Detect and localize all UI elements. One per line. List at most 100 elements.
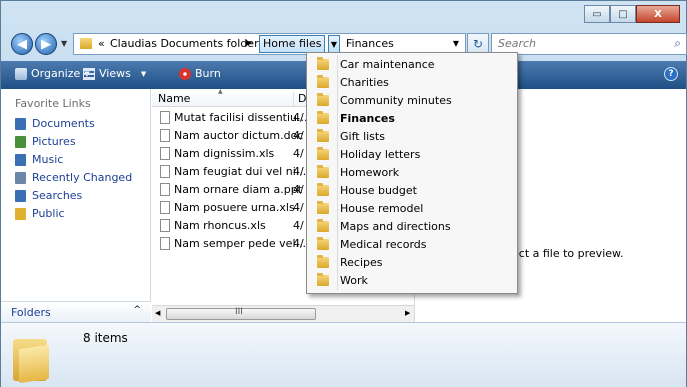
sidebar-item-searches[interactable]: Searches [15,189,82,202]
burn-button[interactable]: Burn [179,67,221,80]
breadcrumb-dropdown-menu: Car maintenance Charities Community minute… [306,52,518,294]
refresh-icon: ↻ [472,37,484,51]
recent-pages-dropdown[interactable]: ▼ [61,39,67,48]
folder-icon [317,219,329,232]
minimize-button[interactable]: ▭ [584,5,610,23]
address-history-arrow[interactable]: ▼ [453,39,459,48]
document-icon [160,237,170,250]
menu-item-label: Homework [340,166,400,179]
folder-icon [317,93,329,106]
navigation-pane: Favorite Links Documents Pictures Music Rec… [1,89,151,322]
help-button[interactable]: ? [664,67,678,81]
menu-item-work[interactable]: Work [309,272,515,290]
folder-icon [317,111,329,124]
breadcrumb-dropdown-button[interactable]: ▼ [328,35,340,53]
sidebar-item-label: Searches [32,189,83,202]
organize-label: Organize [31,67,81,80]
back-arrow-icon: ◀ [17,36,27,52]
menu-item-finances[interactable]: Finances [309,110,515,128]
folder-icon [317,183,329,196]
chevron-up-icon: ^ [133,305,141,315]
scroll-right-icon[interactable]: ▶ [405,309,410,317]
overflow-chevron[interactable]: « [98,37,105,50]
document-icon [160,219,170,232]
folder-icon [317,201,329,214]
folder-icon [317,57,329,70]
menu-item-label: Medical records [340,238,427,251]
menu-item-label: Community minutes [340,94,452,107]
scroll-thumb[interactable]: III [166,307,316,320]
documents-icon [15,117,26,130]
search-box[interactable]: ⌕ [491,33,687,55]
menu-item-label: Recipes [340,256,383,269]
document-icon [160,201,170,214]
caption-buttons: ▭ □ X [584,5,680,23]
breadcrumb-separator[interactable]: ▶ [246,38,252,47]
horizontal-scrollbar[interactable]: ◀ III ▶ [152,305,414,322]
sidebar-item-public[interactable]: Public [15,207,65,220]
menu-item-label: House budget [340,184,417,197]
menu-item-label: Car maintenance [340,58,435,71]
search-icon[interactable]: ⌕ [674,36,681,51]
public-folder-icon [15,207,26,220]
folders-bar[interactable]: Folders ^ [1,301,151,322]
column-header-name[interactable]: Name [158,92,190,105]
file-name: Nam dignissim.xls [174,147,275,160]
organize-icon [15,67,27,80]
recent-icon [15,171,26,184]
sidebar-item-documents[interactable]: Documents [15,117,95,130]
folder-icon [317,129,329,142]
search-input[interactable] [498,37,658,50]
forward-button[interactable]: ▶ [35,33,57,55]
folder-icon [317,237,329,250]
menu-item-label: Work [340,274,368,287]
menu-item-car-maintenance[interactable]: Car maintenance [309,56,515,74]
menu-item-homework[interactable]: Homework [309,164,515,182]
pictures-icon [15,135,26,148]
searches-icon [15,189,26,202]
menu-item-gift-lists[interactable]: Gift lists [309,128,515,146]
maximize-button[interactable]: □ [610,5,636,23]
views-arrow-icon: ▼ [140,69,147,78]
file-name: Nam feugiat dui vel ni... [174,165,307,178]
menu-item-recipes[interactable]: Recipes [309,254,515,272]
menu-item-house-budget[interactable]: House budget [309,182,515,200]
document-icon [160,147,170,160]
close-button[interactable]: X [636,5,680,23]
menu-item-holiday-letters[interactable]: Holiday letters [309,146,515,164]
menu-item-label: Gift lists [340,130,385,143]
organize-menu[interactable]: Organize ▼ [15,67,90,80]
music-icon [15,153,26,166]
file-name: Mutat facilisi dissentiu... [174,111,308,124]
sidebar-item-label: Recently Changed [32,171,133,184]
menu-item-medical-records[interactable]: Medical records [309,236,515,254]
breadcrumb-finances[interactable]: Finances [346,37,394,50]
menu-item-community-minutes[interactable]: Community minutes [309,92,515,110]
menu-item-charities[interactable]: Charities [309,74,515,92]
sidebar-item-recently-changed[interactable]: Recently Changed [15,171,132,184]
breadcrumb-home-files[interactable]: Home files [259,35,326,53]
file-name: Nam posuere urna.xls [174,201,295,214]
views-icon [83,67,95,80]
back-button[interactable]: ◀ [11,33,33,55]
document-icon [160,111,170,124]
menu-item-house-remodel[interactable]: House remodel [309,200,515,218]
details-pane: 8 items [1,322,686,387]
close-icon: X [654,8,662,20]
breadcrumb-root[interactable]: Claudias Documents folders [110,37,264,50]
document-icon [160,129,170,142]
menu-item-label: House remodel [340,202,424,215]
forward-arrow-icon: ▶ [41,36,51,52]
burn-label: Burn [195,67,221,80]
scroll-left-icon[interactable]: ◀ [155,309,160,317]
sidebar-item-label: Pictures [32,135,76,148]
file-name: Nam rhoncus.xls [174,219,266,232]
views-label: Views [99,67,131,80]
sidebar-item-music[interactable]: Music [15,153,63,166]
menu-item-maps-and-directions[interactable]: Maps and directions [309,218,515,236]
minimize-icon: ▭ [592,8,602,20]
sidebar-item-pictures[interactable]: Pictures [15,135,76,148]
explorer-window: ▭ □ X ◀ ▶ ▼ « Claudias Documents folders… [0,0,687,387]
views-menu[interactable]: Views ▼ [83,67,146,80]
favorite-links-heading: Favorite Links [15,97,91,110]
